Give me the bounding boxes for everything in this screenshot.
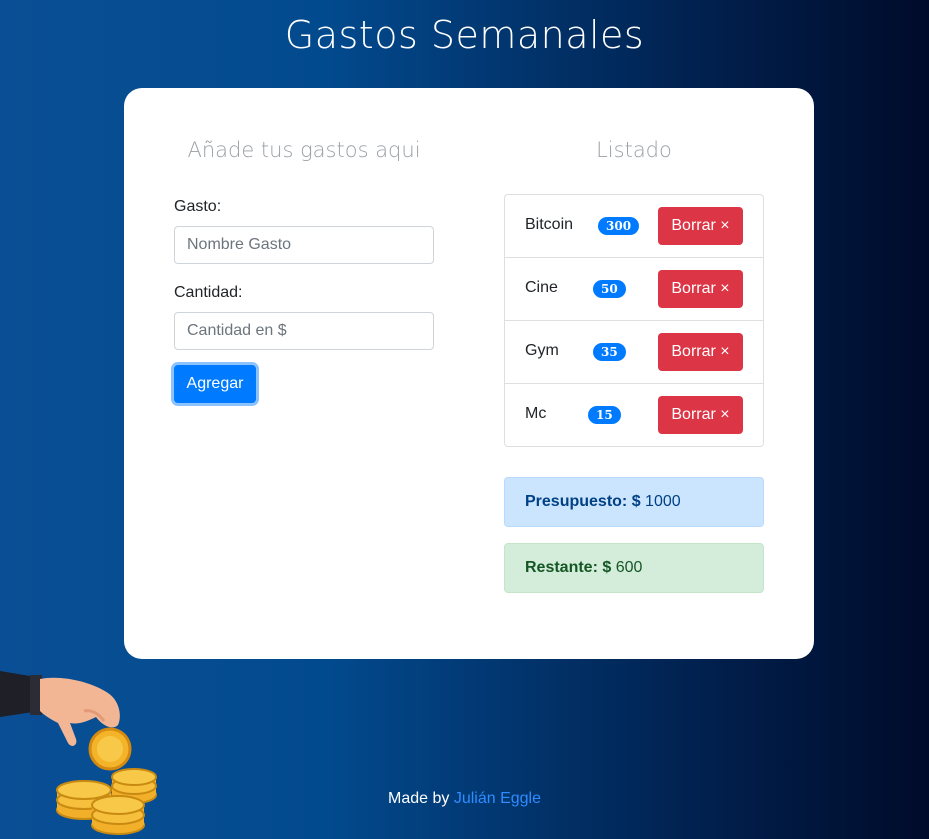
remaining-value: 600 [615, 559, 643, 576]
add-expense-button[interactable]: Agregar [174, 365, 256, 403]
author-link[interactable]: Julián Eggle [454, 790, 541, 807]
expense-name: Cine [525, 279, 558, 296]
delete-button[interactable]: Borrar × [658, 270, 743, 308]
delete-button[interactable]: Borrar × [658, 333, 743, 371]
list-title: Listado [596, 138, 672, 162]
list-item: Gym 35 Borrar × [505, 320, 763, 383]
expense-name: Gym [525, 342, 559, 359]
form-title: Añade tus gastos aqui [187, 138, 421, 162]
expense-list: Bitcoin 300 Borrar × Cine 50 Borrar × Gy… [504, 194, 764, 447]
footer-prefix: Made by [388, 790, 450, 807]
list-item: Mc 15 Borrar × [505, 383, 763, 446]
amount-badge: 50 [593, 280, 626, 298]
page-title: Gastos Semanales [284, 13, 645, 57]
expense-name-input[interactable] [174, 226, 434, 264]
amount-badge: 300 [598, 217, 640, 235]
amount-label: Cantidad: [174, 284, 243, 301]
delete-button[interactable]: Borrar × [658, 207, 743, 245]
budget-label: Presupuesto: $ [525, 493, 641, 510]
list-item: Cine 50 Borrar × [505, 257, 763, 320]
remaining-label: Restante: $ [525, 559, 612, 576]
expense-name: Bitcoin [525, 216, 574, 233]
expense-label: Gasto: [174, 198, 222, 215]
footer: Made by Julián Eggle [0, 790, 929, 808]
amount-badge: 15 [588, 406, 621, 424]
budget-value: 1000 [645, 493, 681, 510]
hand-coins-illustration [0, 671, 157, 835]
list-item: Bitcoin 300 Borrar × [505, 195, 763, 257]
amount-input[interactable] [174, 312, 434, 350]
main-card: Añade tus gastos aqui Listado Gasto: Can… [124, 88, 814, 659]
expense-name: Mc [525, 405, 547, 422]
amount-badge: 35 [593, 343, 626, 361]
budget-alert: Presupuesto: $ 1000 [504, 477, 764, 527]
delete-button[interactable]: Borrar × [658, 396, 743, 434]
remaining-alert: Restante: $ 600 [504, 543, 764, 593]
